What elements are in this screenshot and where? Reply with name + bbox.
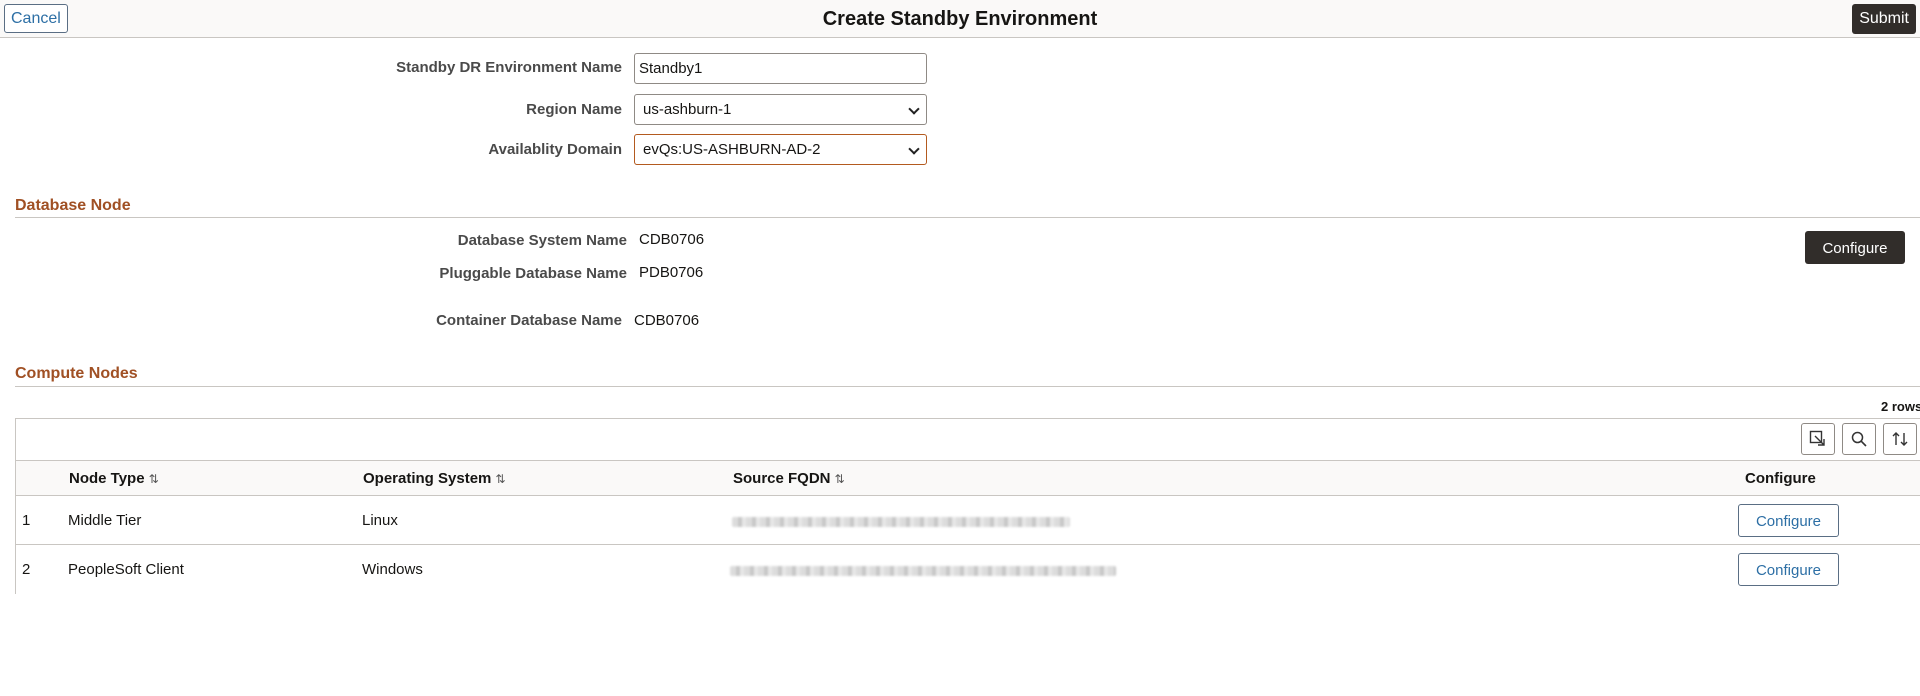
export-button[interactable] xyxy=(1801,423,1835,455)
row-configure-button[interactable]: Configure xyxy=(1738,504,1839,537)
search-button[interactable] xyxy=(1842,423,1876,455)
db-system-name-label: Database System Name xyxy=(457,232,627,249)
region-label: Region Name xyxy=(526,101,622,118)
compute-nodes-grid: Node Type ⇅ Operating System ⇅ Source FQDN… xyxy=(15,418,1920,594)
env-name-input[interactable] xyxy=(634,53,927,84)
col-operating-system-label: Operating System xyxy=(363,470,492,487)
grid-toolbar xyxy=(16,419,1920,461)
sort-button[interactable] xyxy=(1883,423,1917,455)
chevron-down-icon xyxy=(908,143,920,155)
sort-arrows-icon: ⇅ xyxy=(834,472,845,486)
sort-arrows-icon: ⇅ xyxy=(148,472,159,486)
env-name-label: Standby DR Environment Name xyxy=(396,59,622,76)
section-divider xyxy=(15,386,1920,387)
container-db-name-value: CDB0706 xyxy=(634,312,700,329)
table-row: 2 PeopleSoft Client Windows Configure xyxy=(16,546,1920,594)
node-type-cell: PeopleSoft Client xyxy=(68,561,184,578)
row-number: 2 xyxy=(22,561,31,578)
container-db-name-label: Container Database Name xyxy=(436,312,622,329)
compute-nodes-heading: Compute Nodes xyxy=(15,365,138,382)
os-cell: Linux xyxy=(362,512,398,529)
rows-count: 2 rows xyxy=(1881,399,1920,414)
table-row: 1 Middle Tier Linux Configure xyxy=(16,497,1920,545)
os-cell: Windows xyxy=(362,561,423,578)
section-divider xyxy=(15,217,1920,218)
cancel-button[interactable]: Cancel xyxy=(4,4,68,33)
region-select-value: us-ashburn-1 xyxy=(643,101,732,118)
col-node-type[interactable]: Node Type ⇅ xyxy=(69,461,159,496)
col-source-fqdn[interactable]: Source FQDN ⇅ xyxy=(733,461,845,496)
chevron-down-icon xyxy=(908,103,920,115)
export-icon xyxy=(1809,430,1825,446)
db-system-name-value: CDB0706 xyxy=(639,231,705,248)
redacted-fqdn xyxy=(730,566,1116,576)
availability-domain-label: Availablity Domain xyxy=(488,141,622,158)
availability-domain-select[interactable]: evQs:US-ASHBURN-AD-2 xyxy=(634,134,927,165)
region-select[interactable]: us-ashburn-1 xyxy=(634,94,927,125)
row-number: 1 xyxy=(22,512,31,529)
pluggable-db-name-value: PDB0706 xyxy=(639,264,704,281)
search-icon xyxy=(1851,431,1867,447)
page-title: Create Standby Environment xyxy=(822,8,1098,30)
submit-button[interactable]: Submit xyxy=(1852,4,1916,34)
row-configure-button[interactable]: Configure xyxy=(1738,553,1839,586)
col-operating-system[interactable]: Operating System ⇅ xyxy=(363,461,505,496)
redacted-fqdn xyxy=(732,517,1070,527)
db-configure-button[interactable]: Configure xyxy=(1805,231,1905,264)
grid-header-row: Node Type ⇅ Operating System ⇅ Source FQDN… xyxy=(16,461,1920,496)
col-configure: Configure xyxy=(1745,470,1816,487)
page-header: Create Standby Environment Cancel Submit xyxy=(0,0,1920,38)
sort-arrows-icon: ⇅ xyxy=(495,472,506,486)
database-node-heading: Database Node xyxy=(15,197,131,214)
node-type-cell: Middle Tier xyxy=(68,512,142,529)
col-node-type-label: Node Type xyxy=(69,470,145,487)
col-source-fqdn-label: Source FQDN xyxy=(733,470,831,487)
pluggable-db-name-label: Pluggable Database Name xyxy=(439,265,627,282)
sort-icon xyxy=(1892,432,1908,446)
availability-domain-select-value: evQs:US-ASHBURN-AD-2 xyxy=(643,141,821,158)
